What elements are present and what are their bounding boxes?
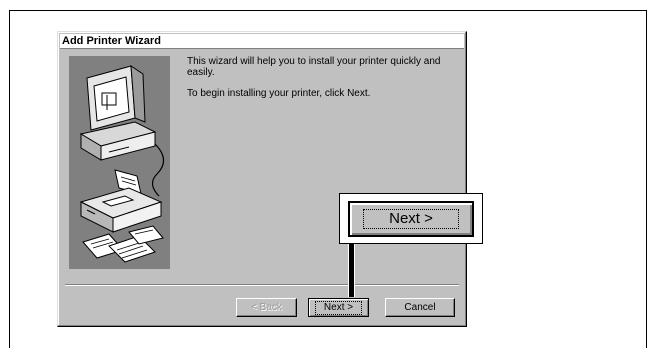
cancel-button[interactable]: Cancel: [385, 298, 455, 317]
next-button-enlarged: Next >: [348, 201, 474, 237]
next-button[interactable]: Next >: [308, 298, 369, 317]
next-button-enlarged-label: Next >: [363, 209, 459, 229]
next-button-label: Next >: [314, 301, 363, 315]
intro-description: This wizard will help you to install you…: [187, 56, 441, 78]
intro-instruction: To begin installing your printer, click …: [187, 88, 371, 99]
printer-illustration-icon: [79, 169, 163, 233]
back-button[interactable]: < Back: [236, 298, 297, 317]
printed-pages-illustration-icon: [82, 225, 164, 263]
add-printer-wizard-dialog: Add Printer Wizard This wizard will help…: [57, 31, 467, 327]
next-button-callout: Next >: [339, 193, 483, 244]
button-separator: [65, 284, 459, 286]
wizard-illustration: [69, 56, 170, 269]
wizard-intro-text: This wizard will help you to install you…: [187, 56, 459, 109]
dialog-title: Add Printer Wizard: [60, 34, 464, 49]
callout-connector: [348, 236, 355, 297]
